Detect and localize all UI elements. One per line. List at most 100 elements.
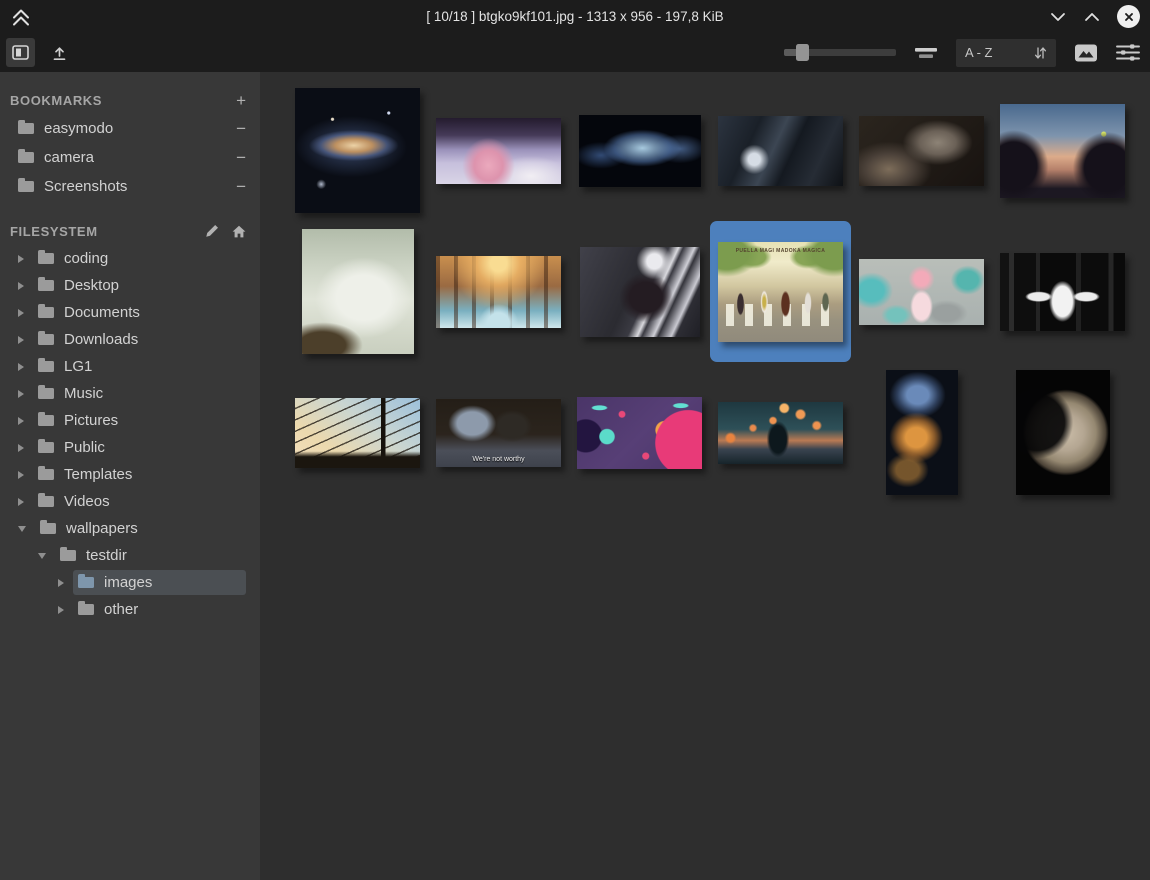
thumbnail-image[interactable]	[1000, 104, 1125, 198]
folder-row[interactable]: coding	[33, 246, 246, 271]
thumbnail-cell[interactable]	[287, 362, 428, 503]
thumbnail-cell[interactable]	[428, 80, 569, 221]
folder-row[interactable]: Downloads	[33, 327, 246, 352]
maximize-icon[interactable]	[1083, 11, 1101, 23]
filesystem-item[interactable]: Desktop	[0, 272, 260, 299]
thumbnail-image[interactable]	[580, 247, 700, 337]
thumbnail-image[interactable]	[718, 402, 843, 464]
chevron-right-icon[interactable]	[18, 255, 24, 263]
thumbnail-image[interactable]	[302, 229, 414, 354]
thumbnail-cell[interactable]	[428, 221, 569, 362]
folder-row[interactable]: wallpapers	[35, 516, 246, 541]
thumbnail-image[interactable]	[295, 88, 420, 213]
thumbnail-image[interactable]: We're not worthy	[436, 399, 561, 467]
thumbnail-squeeze-button[interactable]	[914, 47, 938, 59]
bookmark-item[interactable]: easymodo−	[0, 114, 260, 143]
chevron-right-icon[interactable]	[18, 498, 24, 506]
thumbnail-cell[interactable]	[287, 80, 428, 221]
folder-row[interactable]: Music	[33, 381, 246, 406]
filesystem-item[interactable]: Public	[0, 434, 260, 461]
chevron-right-icon[interactable]	[18, 336, 24, 344]
folder-row[interactable]: images	[73, 570, 246, 595]
collapse-window-icon[interactable]	[10, 7, 32, 27]
folder-row[interactable]: Videos	[33, 489, 246, 514]
chevron-right-icon[interactable]	[18, 390, 24, 398]
filesystem-item[interactable]: LG1	[0, 353, 260, 380]
thumbnail-cell[interactable]	[851, 362, 992, 503]
add-bookmark-button[interactable]: +	[236, 92, 246, 109]
thumbnail-cell[interactable]	[992, 362, 1133, 503]
settings-button[interactable]	[1116, 44, 1140, 61]
thumbnail-image[interactable]	[886, 370, 958, 495]
close-button[interactable]	[1117, 5, 1140, 28]
chevron-right-icon[interactable]	[18, 282, 24, 290]
thumbnail-cell[interactable]	[710, 362, 851, 503]
sort-dropdown[interactable]: A - Z	[956, 39, 1056, 67]
folder-label: Templates	[64, 466, 132, 483]
thumbnail-cell[interactable]	[710, 80, 851, 221]
filesystem-item[interactable]: other	[0, 596, 260, 623]
remove-bookmark-button[interactable]: −	[236, 149, 246, 166]
folder-row[interactable]: testdir	[55, 543, 246, 568]
thumbnail-cell[interactable]	[992, 221, 1133, 362]
thumbnail-image[interactable]	[577, 397, 702, 469]
bookmark-item[interactable]: Screenshots−	[0, 172, 260, 201]
edit-path-button[interactable]	[205, 224, 219, 238]
folder-row[interactable]: Desktop	[33, 273, 246, 298]
folder-row[interactable]: Templates	[33, 462, 246, 487]
thumbnail-cell[interactable]	[851, 80, 992, 221]
chevron-right-icon[interactable]	[58, 606, 64, 614]
filesystem-item[interactable]: coding	[0, 245, 260, 272]
thumbnail-cell-selected[interactable]: PUELLA MAGI MADOKA MAGICA	[710, 221, 851, 362]
filesystem-item[interactable]: testdir	[0, 542, 260, 569]
thumbnail-image[interactable]: PUELLA MAGI MADOKA MAGICA	[718, 242, 843, 342]
thumbnail-image[interactable]	[579, 115, 701, 187]
minimize-icon[interactable]	[1049, 11, 1067, 23]
filesystem-item[interactable]: images	[0, 569, 260, 596]
folder-row[interactable]: LG1	[33, 354, 246, 379]
thumbnail-image[interactable]	[295, 398, 420, 468]
thumbnail-image[interactable]	[718, 116, 843, 186]
remove-bookmark-button[interactable]: −	[236, 178, 246, 195]
thumbnail-image[interactable]	[1016, 370, 1110, 495]
filesystem-item[interactable]: Downloads	[0, 326, 260, 353]
filesystem-item[interactable]: Templates	[0, 461, 260, 488]
thumbnail-cell[interactable]	[569, 80, 710, 221]
chevron-right-icon[interactable]	[18, 471, 24, 479]
filesystem-item[interactable]: Music	[0, 380, 260, 407]
home-button[interactable]	[232, 225, 246, 238]
thumbnail-cell[interactable]	[992, 80, 1133, 221]
thumbnail-size-slider[interactable]	[784, 44, 896, 61]
parent-directory-button[interactable]	[45, 38, 74, 67]
thumbnail-image[interactable]	[859, 259, 984, 325]
thumbnail-image[interactable]	[436, 256, 561, 328]
chevron-right-icon[interactable]	[18, 417, 24, 425]
thumbnail-cell[interactable]	[569, 221, 710, 362]
chevron-down-icon[interactable]	[38, 553, 46, 559]
chevron-right-icon[interactable]	[58, 579, 64, 587]
thumbnail-image[interactable]	[436, 118, 561, 184]
filesystem-item[interactable]: wallpapers	[0, 515, 260, 542]
thumbnail-cell[interactable]	[287, 221, 428, 362]
sidebar-toggle-button[interactable]	[6, 38, 35, 67]
folder-row[interactable]: Documents	[33, 300, 246, 325]
thumbnail-image[interactable]	[859, 116, 984, 186]
image-view-button[interactable]	[1074, 43, 1098, 63]
thumbnail-cell[interactable]: We're not worthy	[428, 362, 569, 503]
remove-bookmark-button[interactable]: −	[236, 120, 246, 137]
folder-row[interactable]: Pictures	[33, 408, 246, 433]
bookmark-item[interactable]: camera−	[0, 143, 260, 172]
filesystem-item[interactable]: Documents	[0, 299, 260, 326]
chevron-right-icon[interactable]	[18, 363, 24, 371]
folder-row[interactable]: Public	[33, 435, 246, 460]
filesystem-item[interactable]: Pictures	[0, 407, 260, 434]
thumbnail-cell[interactable]	[569, 362, 710, 503]
filesystem-item[interactable]: Videos	[0, 488, 260, 515]
chevron-right-icon[interactable]	[18, 444, 24, 452]
thumbnail-image[interactable]	[1000, 253, 1125, 331]
thumbnail-cell[interactable]	[851, 221, 992, 362]
folder-row[interactable]: other	[73, 597, 246, 622]
chevron-down-icon[interactable]	[18, 526, 26, 532]
slider-handle[interactable]	[796, 44, 809, 61]
chevron-right-icon[interactable]	[18, 309, 24, 317]
